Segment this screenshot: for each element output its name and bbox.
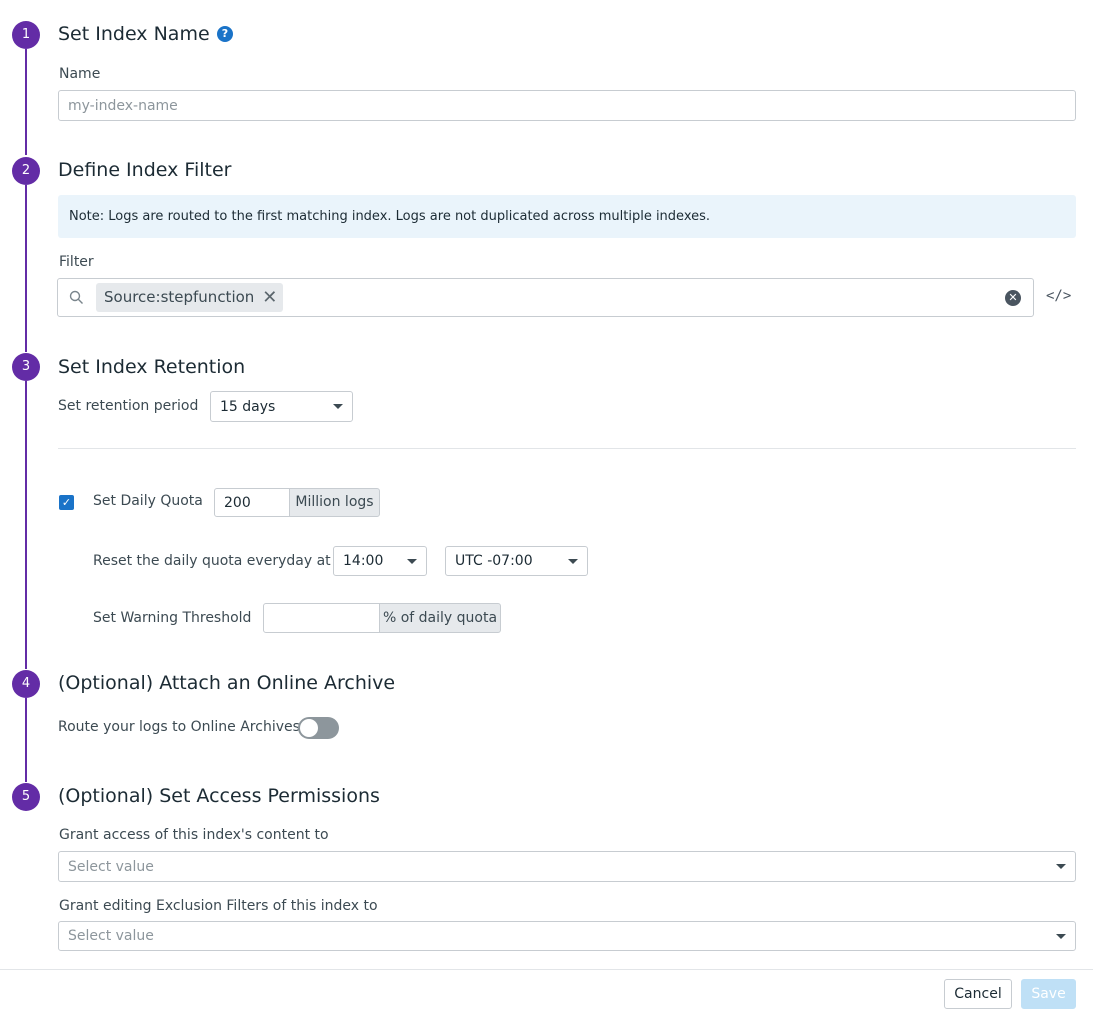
step-title-4: (Optional) Attach an Online Archive xyxy=(58,672,396,694)
index-name-input[interactable] xyxy=(58,90,1076,121)
toggle-knob xyxy=(300,719,318,737)
content-access-select[interactable]: Select value xyxy=(58,851,1076,882)
content-access-placeholder: Select value xyxy=(68,858,154,875)
online-archive-label: Route your logs to Online Archives xyxy=(58,719,300,735)
exclusion-access-select[interactable]: Select value xyxy=(58,921,1076,951)
search-icon xyxy=(69,290,83,304)
daily-quota-unit: Million logs xyxy=(289,488,380,517)
chevron-down-icon xyxy=(407,558,417,564)
online-archive-toggle[interactable] xyxy=(298,717,339,739)
retention-period-value: 15 days xyxy=(220,398,276,415)
daily-quota-checkbox[interactable]: ✓ xyxy=(59,495,74,510)
chevron-down-icon xyxy=(333,404,343,409)
filter-label: Filter xyxy=(59,254,94,270)
reset-time-select[interactable]: 14:00 xyxy=(333,546,427,576)
step-number-5: 5 xyxy=(12,783,40,811)
chevron-down-icon xyxy=(1056,933,1066,939)
reset-time-value: 14:00 xyxy=(343,553,384,569)
save-button[interactable]: Save xyxy=(1021,979,1076,1009)
chevron-down-icon xyxy=(1056,864,1066,869)
step-line-3 xyxy=(25,381,27,669)
daily-quota-input[interactable] xyxy=(214,488,290,517)
step-title-2: Define Index Filter xyxy=(58,159,232,181)
retention-period-label: Set retention period xyxy=(58,398,199,414)
retention-period-select[interactable]: 15 days xyxy=(210,391,353,422)
step-line-2 xyxy=(25,185,27,352)
warning-threshold-label: Set Warning Threshold xyxy=(93,610,252,626)
filter-query-box[interactable]: Source:stepfunction ✕ ✕ xyxy=(57,278,1034,317)
content-access-label: Grant access of this index's content to xyxy=(59,827,329,843)
step-number-2: 2 xyxy=(12,157,40,185)
code-view-icon[interactable]: </> xyxy=(1046,288,1071,304)
step-line-4 xyxy=(25,698,27,782)
warning-threshold-input[interactable] xyxy=(263,603,380,633)
exclusion-access-placeholder: Select value xyxy=(68,928,154,944)
remove-chip-icon[interactable]: ✕ xyxy=(262,283,277,312)
name-label: Name xyxy=(59,66,101,82)
filter-chip[interactable]: Source:stepfunction ✕ xyxy=(96,283,284,312)
clear-filter-icon[interactable]: ✕ xyxy=(1005,290,1021,306)
routing-note: Note: Logs are routed to the first match… xyxy=(58,195,1076,238)
chevron-down-icon xyxy=(568,558,578,564)
step-number-1: 1 xyxy=(12,21,40,49)
timezone-value: UTC -07:00 xyxy=(455,553,533,569)
timezone-select[interactable]: UTC -07:00 xyxy=(445,546,588,576)
step-title-5: (Optional) Set Access Permissions xyxy=(58,785,380,807)
filter-chip-label: Source:stepfunction xyxy=(104,288,255,306)
step-title-3: Set Index Retention xyxy=(58,356,246,378)
step-title-1: Set Index Name xyxy=(58,23,210,45)
daily-quota-label: Set Daily Quota xyxy=(93,493,203,509)
cancel-button[interactable]: Cancel xyxy=(944,979,1012,1009)
warning-threshold-unit: % of daily quota xyxy=(379,603,501,633)
retention-divider xyxy=(58,448,1076,449)
help-icon[interactable]: ? xyxy=(217,26,233,42)
reset-quota-label: Reset the daily quota everyday at xyxy=(93,553,331,569)
step-number-4: 4 xyxy=(12,670,40,698)
exclusion-access-label: Grant editing Exclusion Filters of this … xyxy=(59,898,378,914)
footer-divider xyxy=(0,969,1093,970)
step-number-3: 3 xyxy=(12,353,40,381)
step-line-1 xyxy=(25,49,27,155)
